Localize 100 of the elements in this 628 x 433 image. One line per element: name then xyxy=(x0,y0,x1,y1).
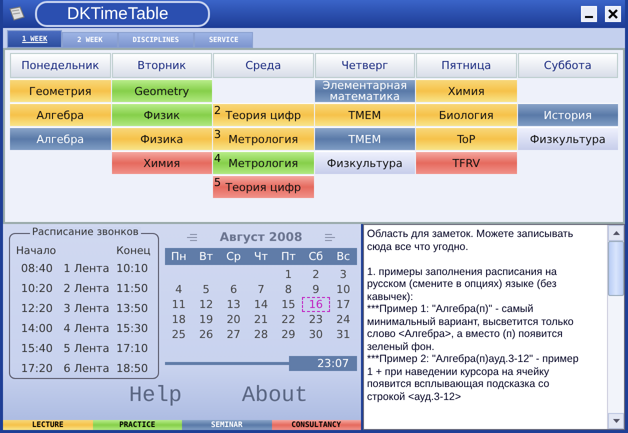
weekday-label: Пн xyxy=(170,250,188,263)
lesson-cell[interactable]: ToP xyxy=(416,127,516,150)
lesson-cell[interactable]: Элементарная математика xyxy=(314,79,415,102)
calendar-day[interactable]: 17 xyxy=(330,297,357,312)
lesson-cell[interactable]: История xyxy=(518,103,618,126)
calendar-day[interactable]: 8 xyxy=(274,282,302,297)
scroll-up-icon[interactable] xyxy=(608,225,624,241)
lesson-cell[interactable]: 4 Метрология xyxy=(213,151,314,174)
calendar-day[interactable]: 7 xyxy=(247,282,275,297)
lesson-cell[interactable]: Биология xyxy=(416,103,516,126)
calendar-day[interactable]: 3 xyxy=(330,267,357,282)
lesson-cell[interactable]: Физик xyxy=(112,103,212,126)
calendar-day[interactable]: 29 xyxy=(274,327,302,342)
weekday-label: Чт xyxy=(253,250,269,263)
calendar-day[interactable]: 14 xyxy=(247,297,275,312)
calendar-day[interactable]: 19 xyxy=(192,312,220,327)
calendar-day[interactable]: 15 xyxy=(274,297,302,312)
scroll-down-icon[interactable] xyxy=(608,413,624,429)
lesson-cell[interactable]: Алгебра xyxy=(10,103,110,126)
lesson-cell[interactable]: Алгебра xyxy=(10,127,110,150)
scroll-thumb[interactable] xyxy=(608,241,624,296)
period-name: 5 Лента xyxy=(63,342,110,354)
calendar-day[interactable]: 24 xyxy=(330,312,357,327)
start-time: 10:20 xyxy=(20,282,54,294)
lesson-subject: ToP xyxy=(457,134,476,144)
start-time: 15:40 xyxy=(20,342,54,354)
lesson-cell[interactable]: 2 Теория цифр xyxy=(213,103,314,126)
lesson-subject: Метрология xyxy=(228,158,298,168)
weekday-label: Вс xyxy=(335,250,352,263)
link[interactable]: About xyxy=(242,383,308,408)
month-title: Август 2008 xyxy=(220,230,302,244)
lesson-subject: Химия xyxy=(143,158,180,168)
lesson-subject: Физик xyxy=(144,110,180,120)
weekday-label: Вт xyxy=(198,250,214,263)
lesson-cell[interactable]: Физкультура xyxy=(518,127,618,150)
close-button[interactable] xyxy=(605,6,621,22)
lesson-cell[interactable]: ТМЕМ xyxy=(314,103,415,126)
calendar-day[interactable]: 10 xyxy=(330,282,357,297)
scrollbar[interactable] xyxy=(607,225,624,429)
end-time: 17:10 xyxy=(116,342,149,354)
end-time: 10:10 xyxy=(116,262,149,274)
calendar-day[interactable]: 13 xyxy=(220,297,248,312)
day-header: Понедельник xyxy=(10,53,110,78)
period-name: 4 Лента xyxy=(63,322,110,334)
note-text: ***Пример 1: "Алгебра(п)" - самый минимальный вариант, высветится только слово <Алгебра>, а вместо (п) появится зеленый фон. xyxy=(367,303,575,353)
lesson-cell[interactable]: TFRV xyxy=(416,151,516,174)
weekday-label: Ср xyxy=(225,250,242,263)
calendar-day[interactable]: 18 xyxy=(165,312,192,327)
calendar-day[interactable]: 27 xyxy=(220,327,248,342)
lesson-subject: Биология xyxy=(438,110,494,120)
lesson-number: 3 xyxy=(214,128,221,141)
day-header: Четверг xyxy=(314,53,415,78)
lesson-subject: Физика xyxy=(140,134,184,144)
close-icon xyxy=(608,9,618,19)
lesson-cell[interactable]: Химия xyxy=(416,79,516,102)
calendar-day[interactable]: 11 xyxy=(165,297,192,312)
lesson-subject: Физкультура xyxy=(326,158,403,168)
lesson-cell[interactable]: 5 Теория цифр xyxy=(213,175,314,198)
start-time: 08:40 xyxy=(20,262,54,274)
calendar-day[interactable]: 28 xyxy=(247,327,275,342)
day-header: Пятница xyxy=(416,53,516,78)
lesson-cell[interactable]: Geometry xyxy=(112,79,212,102)
calendar-day[interactable]: 6 xyxy=(220,282,248,297)
lesson-subject: Метрология xyxy=(228,134,298,144)
start-time: 14:00 xyxy=(20,322,54,334)
lesson-subject: История xyxy=(544,110,592,120)
calendar-day[interactable]: 25 xyxy=(165,327,192,342)
calendar-day[interactable]: 21 xyxy=(247,312,275,327)
window-title: DKTimeTable xyxy=(35,1,210,27)
notes-area[interactable] xyxy=(363,224,625,430)
lesson-cell[interactable]: Физика xyxy=(112,127,212,150)
calendar-day[interactable]: 31 xyxy=(330,327,357,342)
calendar-day[interactable]: 5 xyxy=(192,282,220,297)
lesson-number: 5 xyxy=(214,176,221,189)
lesson-cell[interactable]: ТМЕМ xyxy=(314,127,415,150)
lesson-subject: Алгебра xyxy=(36,110,84,120)
lesson-cell[interactable]: Геометрия xyxy=(10,79,110,102)
lesson-subject: Geometry xyxy=(134,86,190,96)
calendar-day[interactable]: 1 xyxy=(274,267,302,282)
period-name: 1 Лента xyxy=(63,262,110,274)
calendar-day[interactable]: 22 xyxy=(274,312,302,327)
calendar-day[interactable]: 16 xyxy=(302,297,330,312)
calendar-day[interactable]: 23 xyxy=(302,312,330,327)
calendar-day[interactable]: 26 xyxy=(192,327,220,342)
calendar-day[interactable]: 2 xyxy=(302,267,330,282)
minimize-button[interactable] xyxy=(581,6,597,22)
lesson-subject: ТМЕМ xyxy=(348,134,382,144)
lesson-subject: Химия xyxy=(448,86,485,96)
lesson-cell[interactable]: Химия xyxy=(112,151,212,174)
calendar-day[interactable]: 20 xyxy=(220,312,248,327)
link[interactable]: Help xyxy=(129,383,182,408)
calendar-day[interactable]: 30 xyxy=(302,327,330,342)
lesson-subject: ТМЕМ xyxy=(348,110,382,120)
calendar-day[interactable]: 4 xyxy=(165,282,192,297)
calendar-day[interactable]: 12 xyxy=(192,297,220,312)
lesson-cell[interactable]: Физкультура xyxy=(314,151,415,174)
day-header: Среда xyxy=(213,53,314,78)
lesson-cell[interactable]: 3 Метрология xyxy=(213,127,314,150)
calendar-day[interactable]: 9 xyxy=(302,282,330,297)
lesson-subject: Алгебра xyxy=(36,134,84,144)
